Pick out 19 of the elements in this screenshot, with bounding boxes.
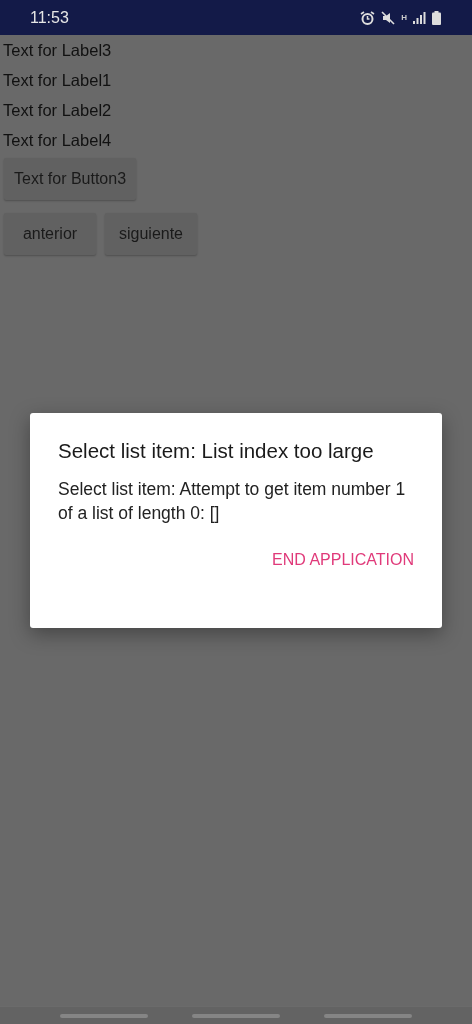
dialog-message: Select list item: Attempt to get item number 1 of a list of length 0: []	[58, 478, 407, 525]
alarm-clock-icon	[360, 10, 376, 25]
text-label: Text for Label4	[3, 130, 113, 151]
nav-handle-icon[interactable]	[60, 1013, 148, 1018]
nav-handle-icon[interactable]	[324, 1013, 412, 1018]
network-type: H	[401, 13, 407, 22]
text-label: Text for Label2	[3, 100, 113, 121]
dialog-title: Select list item: List index too large	[58, 438, 375, 464]
end-application-button[interactable]: END APPLICATION	[272, 545, 414, 575]
battery-icon	[432, 10, 441, 25]
nav-button[interactable]: siguiente	[105, 213, 197, 255]
mute-icon	[381, 10, 396, 25]
signal-icon	[413, 11, 426, 24]
app-button[interactable]: Text for Button3	[4, 158, 137, 200]
text-label: Text for Label1	[3, 70, 113, 91]
clock-time: 11:53	[30, 8, 69, 27]
nav-button[interactable]: anterior	[4, 213, 96, 255]
nav-handle-icon[interactable]	[192, 1013, 280, 1018]
text-label: Text for Label3	[3, 40, 113, 61]
